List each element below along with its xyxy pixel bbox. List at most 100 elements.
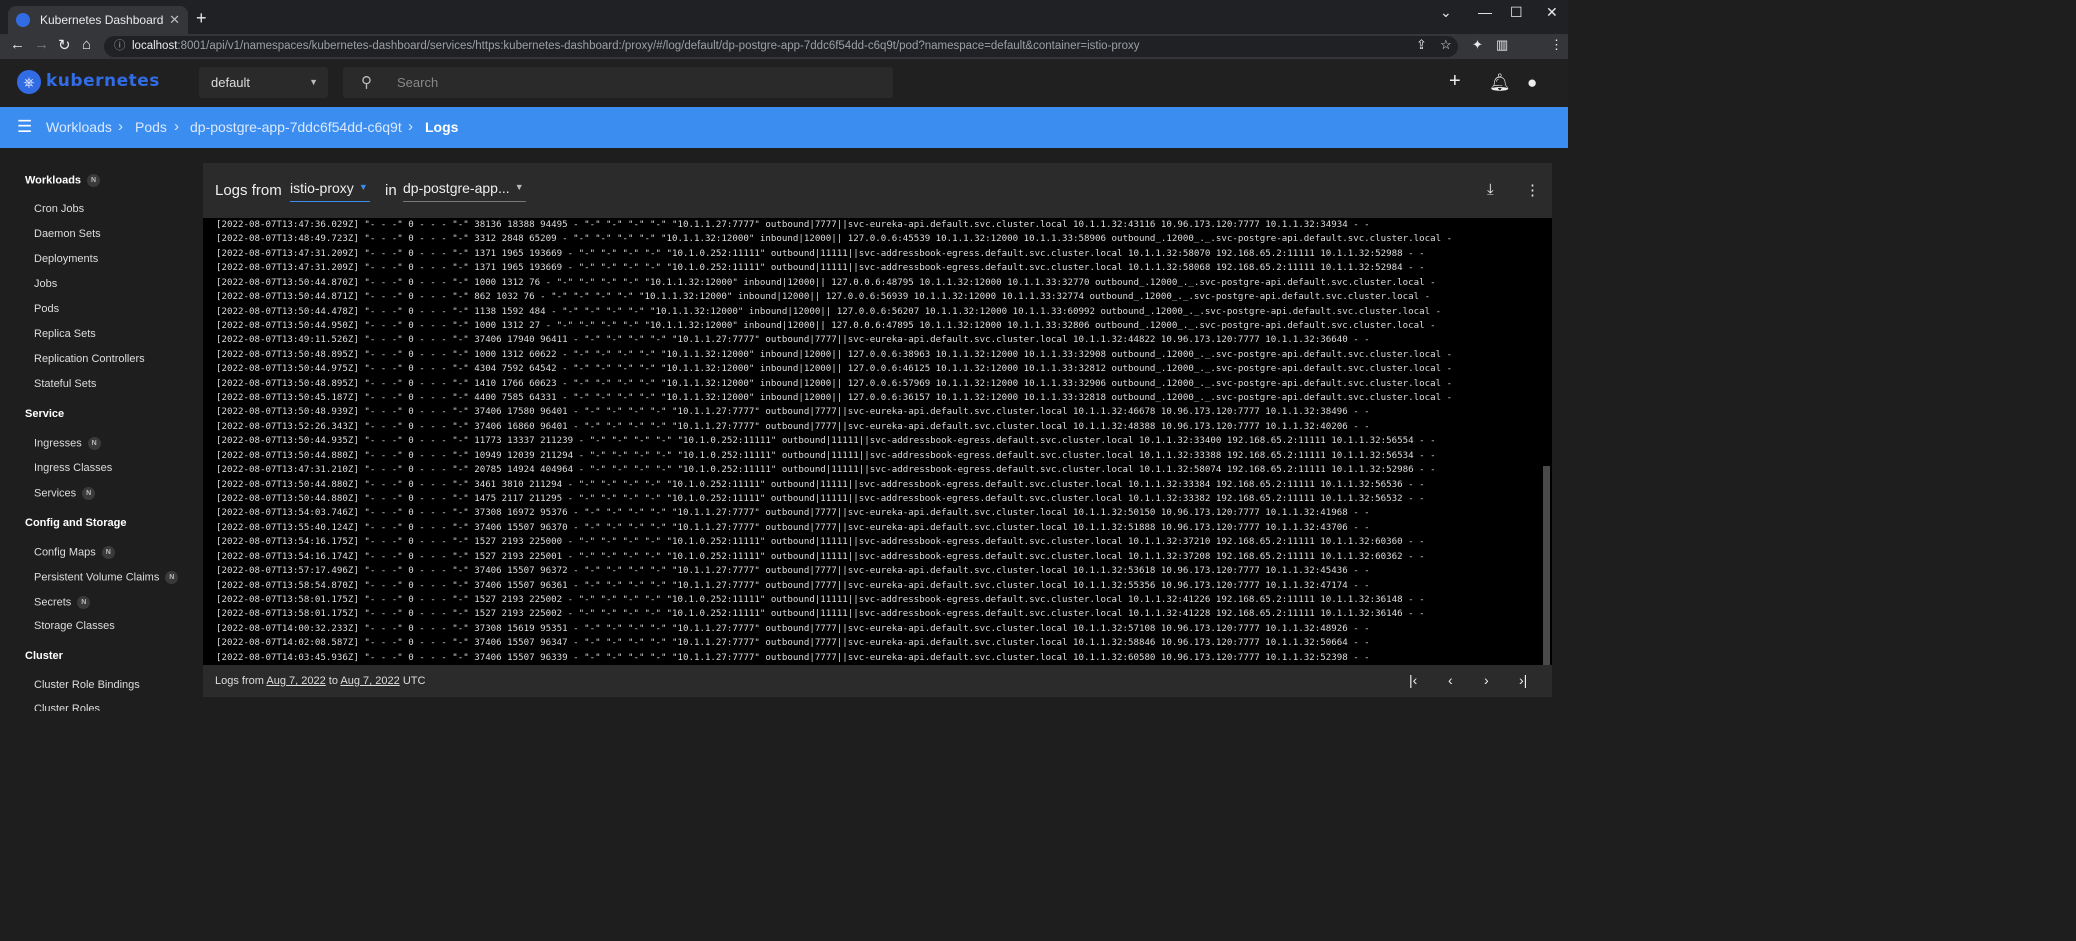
sidebar-item-pvcs[interactable]: Persistent Volume Claims N — [34, 571, 179, 584]
log-line: [2022-08-07T13:50:48.939Z] "- - -" 0 - -… — [216, 407, 1370, 418]
breadcrumb-pod-name[interactable]: dp-postgre-app-7ddc6f54dd-c6q9t — [190, 119, 402, 135]
namespace-select[interactable]: default ▼ — [199, 67, 328, 98]
sidebar: Workloads N Cron Jobs Daemon Sets Deploym… — [0, 148, 202, 711]
container-select[interactable]: istio-proxy ▼ — [290, 180, 370, 202]
bookmark-star-icon[interactable]: ☆ — [1440, 37, 1452, 53]
log-line: [2022-08-07T13:55:40.124Z] "- - -" 0 - -… — [216, 522, 1370, 533]
reload-icon[interactable]: ↻ — [58, 36, 71, 54]
share-icon[interactable]: ⇪ — [1416, 37, 1427, 53]
search-box: ⚲ — [343, 67, 893, 98]
log-line: [2022-08-07T13:47:36.029Z] "- - -" 0 - -… — [216, 220, 1370, 230]
side-panel-icon[interactable]: ▥ — [1496, 37, 1508, 53]
sidebar-item-config-maps[interactable]: Config Maps N — [34, 546, 115, 559]
sidebar-item-services[interactable]: Services N — [34, 487, 96, 500]
sidebar-item-cluster-roles[interactable]: Cluster Roles — [34, 703, 100, 711]
log-line: [2022-08-07T13:54:03.746Z] "- - -" 0 - -… — [216, 508, 1370, 519]
home-icon[interactable]: ⌂ — [82, 36, 91, 53]
chevron-down-icon: ▼ — [358, 182, 368, 192]
log-line: [2022-08-07T13:47:31.210Z] "- - -" 0 - -… — [216, 465, 1436, 476]
breadcrumb-chevron-icon: › — [174, 118, 179, 135]
section-label: Workloads — [25, 174, 82, 187]
sidebar-item-replica-sets[interactable]: Replica Sets — [34, 328, 96, 340]
last-page-icon[interactable]: ›| — [1519, 672, 1527, 688]
breadcrumb-chevron-icon: › — [408, 118, 413, 135]
log-line: [2022-08-07T13:50:45.187Z] "- - -" 0 - -… — [216, 393, 1453, 404]
sidebar-section-cluster[interactable]: Cluster — [25, 650, 63, 662]
first-page-icon[interactable]: |‹ — [1409, 672, 1417, 688]
pod-select[interactable]: dp-postgre-app... ▼ — [403, 180, 526, 202]
sidebar-item-cron-jobs[interactable]: Cron Jobs — [34, 203, 84, 215]
minimize-icon[interactable]: — — [1478, 4, 1492, 20]
brand-name[interactable]: kubernetes — [46, 71, 160, 91]
browser-menu-icon[interactable]: ⋮ — [1550, 37, 1563, 53]
url-field[interactable]: ⓘ localhost:8001/api/v1/namespaces/kuber… — [104, 36, 1458, 57]
log-scrollbar[interactable] — [1543, 466, 1550, 665]
log-line: [2022-08-07T13:50:48.895Z] "- - -" 0 - -… — [216, 349, 1453, 360]
sidebar-item-replication-controllers[interactable]: Replication Controllers — [34, 353, 145, 365]
sidebar-item-deployments[interactable]: Deployments — [34, 253, 98, 265]
sidebar-item-daemon-sets[interactable]: Daemon Sets — [34, 228, 101, 240]
log-line: [2022-08-07T13:50:44.975Z] "- - -" 0 - -… — [216, 364, 1453, 375]
tab-search-icon[interactable]: ⌄ — [1440, 4, 1452, 21]
logs-card-header: Logs from istio-proxy ▼ in dp-postgre-ap… — [203, 163, 1552, 218]
log-line: [2022-08-07T13:48:49.723Z] "- - -" 0 - -… — [216, 234, 1453, 245]
create-plus-icon[interactable]: + — [1449, 70, 1461, 93]
download-icon[interactable]: ⤓ — [1487, 181, 1494, 198]
sidebar-item-secrets[interactable]: Secrets N — [34, 596, 91, 609]
new-tab-icon[interactable]: + — [196, 8, 207, 29]
new-badge: N — [165, 571, 179, 584]
extensions-icon[interactable]: ✦ — [1472, 37, 1483, 53]
search-input[interactable] — [397, 67, 877, 98]
log-line: [2022-08-07T13:50:44.880Z] "- - -" 0 - -… — [216, 450, 1436, 461]
next-page-icon[interactable]: › — [1484, 672, 1489, 688]
sidebar-item-pods[interactable]: Pods — [34, 303, 59, 315]
breadcrumb-workloads[interactable]: Workloads — [46, 119, 112, 135]
maximize-icon[interactable]: ☐ — [1510, 4, 1523, 21]
pod-value: dp-postgre-app... — [403, 180, 510, 196]
kubernetes-logo-icon[interactable]: ⎈ — [17, 70, 41, 94]
sidebar-item-ingresses[interactable]: Ingresses N — [34, 437, 101, 450]
new-badge: N — [101, 546, 115, 559]
log-line: [2022-08-07T14:00:32.233Z] "- - -" 0 - -… — [216, 623, 1370, 634]
sidebar-item-cluster-role-bindings[interactable]: Cluster Role Bindings — [34, 679, 140, 691]
log-line: [2022-08-07T13:50:44.880Z] "- - -" 0 - -… — [216, 494, 1425, 505]
range-to: Aug 7, 2022 — [340, 675, 400, 687]
log-line: [2022-08-07T13:54:16.174Z] "- - -" 0 - -… — [216, 551, 1425, 562]
range-timezone: UTC — [402, 675, 426, 687]
log-line: [2022-08-07T13:50:48.895Z] "- - -" 0 - -… — [216, 378, 1453, 389]
log-line: [2022-08-07T13:50:44.950Z] "- - -" 0 - -… — [216, 320, 1436, 331]
notifications-bell-icon[interactable]: 🔔︎ — [1489, 73, 1511, 93]
sidebar-item-ingress-classes[interactable]: Ingress Classes — [34, 462, 112, 474]
sidebar-item-storage-classes[interactable]: Storage Classes — [34, 620, 115, 632]
site-info-icon[interactable]: ⓘ — [114, 36, 126, 57]
previous-page-icon[interactable]: ‹ — [1448, 672, 1453, 688]
log-line: [2022-08-07T13:50:44.870Z] "- - -" 0 - -… — [216, 277, 1436, 288]
range-to-label: to — [328, 675, 338, 687]
hamburger-menu-icon[interactable]: ☰ — [17, 117, 32, 137]
log-line: [2022-08-07T14:02:08.587Z] "- - -" 0 - -… — [216, 638, 1370, 649]
tab-close-icon[interactable]: ✕ — [169, 12, 180, 28]
breadcrumb-pods[interactable]: Pods — [135, 119, 167, 135]
back-icon[interactable]: ← — [10, 36, 25, 53]
sidebar-item-jobs[interactable]: Jobs — [34, 278, 57, 290]
log-line: [2022-08-07T13:54:16.175Z] "- - -" 0 - -… — [216, 537, 1425, 548]
log-line: [2022-08-07T13:58:54.870Z] "- - -" 0 - -… — [216, 580, 1370, 591]
logs-card: Logs from istio-proxy ▼ in dp-postgre-ap… — [203, 163, 1552, 697]
log-line: [2022-08-07T13:47:31.209Z] "- - -" 0 - -… — [216, 248, 1425, 259]
sidebar-section-config-storage[interactable]: Config and Storage — [25, 517, 126, 529]
browser-tab[interactable]: Kubernetes Dashboard ✕ — [8, 6, 188, 34]
range-from: Aug 7, 2022 — [266, 675, 326, 687]
new-badge: N — [77, 596, 91, 609]
more-options-icon[interactable]: ⋮ — [1525, 181, 1540, 199]
sidebar-item-stateful-sets[interactable]: Stateful Sets — [34, 378, 96, 390]
log-lines: [2022-08-07T13:47:36.029Z] "- - -" 0 - -… — [203, 218, 1552, 665]
forward-icon[interactable]: → — [34, 36, 49, 53]
namespace-value: default — [211, 75, 251, 90]
close-window-icon[interactable]: ✕ — [1546, 4, 1558, 21]
account-icon[interactable]: ● — [1527, 73, 1537, 93]
sidebar-section-service[interactable]: Service — [25, 408, 64, 420]
log-output[interactable]: [2022-08-07T13:47:36.029Z] "- - -" 0 - -… — [203, 218, 1552, 665]
item-label: Config Maps — [34, 546, 96, 559]
sidebar-section-workloads[interactable]: Workloads N — [25, 174, 101, 187]
log-line: [2022-08-07T13:50:44.935Z] "- - -" 0 - -… — [216, 436, 1436, 447]
